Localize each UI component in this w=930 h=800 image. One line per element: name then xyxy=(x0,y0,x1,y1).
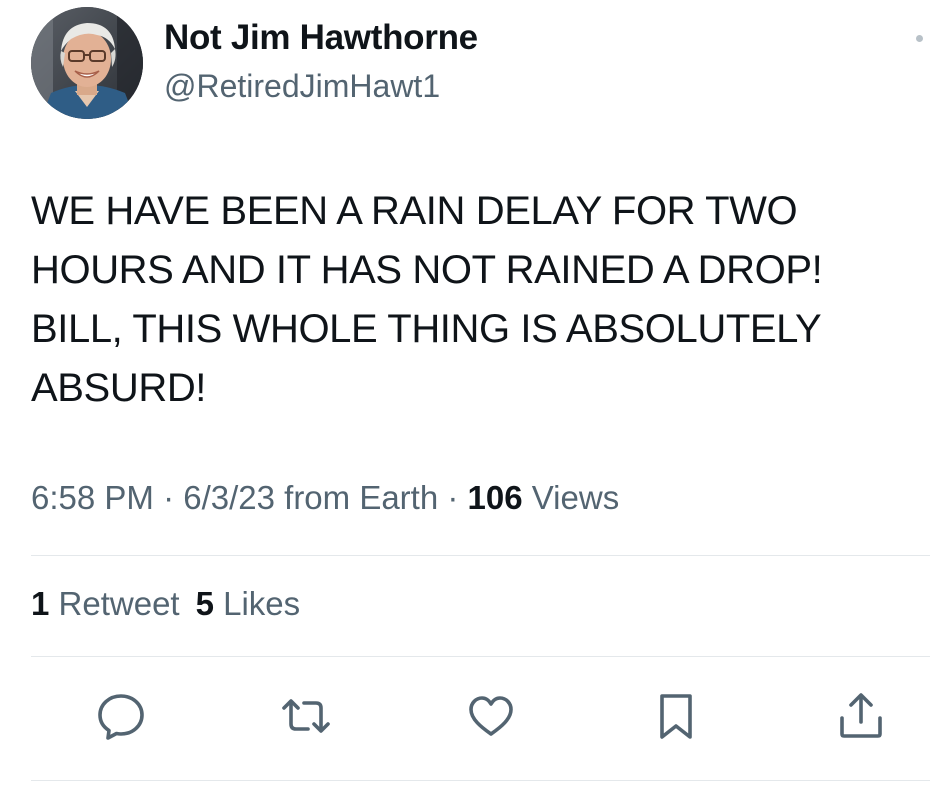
more-icon[interactable] xyxy=(916,35,923,42)
retweet-icon xyxy=(282,699,330,733)
tweet-source: from Earth xyxy=(274,479,439,516)
tweet-meta: 6:58 PM · 6/3/23 from Earth · 106 Views xyxy=(31,479,619,517)
meta-separator: · xyxy=(438,479,468,516)
share-button[interactable] xyxy=(833,688,889,744)
divider xyxy=(31,780,930,781)
action-bar xyxy=(0,688,930,744)
views-count: 106 xyxy=(467,479,523,516)
likes-label: Likes xyxy=(213,585,301,622)
author-display-name[interactable]: Not Jim Hawthorne xyxy=(164,18,478,58)
divider xyxy=(31,656,930,657)
avatar[interactable] xyxy=(31,7,143,119)
meta-separator: · xyxy=(153,479,184,516)
tweet: Not Jim Hawthorne @RetiredJimHawt1 WE HA… xyxy=(0,0,930,800)
retweets-link[interactable]: 1 Retweet xyxy=(31,585,180,622)
retweets-label: Retweet xyxy=(49,585,180,622)
share-icon xyxy=(840,693,882,738)
divider xyxy=(31,555,930,556)
reply-button[interactable] xyxy=(93,688,149,744)
likes-count: 5 xyxy=(195,585,214,622)
heart-icon xyxy=(469,696,513,736)
tweet-stats: 1 Retweet 5 Likes xyxy=(31,585,300,623)
bookmark-button[interactable] xyxy=(648,688,704,744)
tweet-time[interactable]: 6:58 PM xyxy=(31,479,154,516)
author-handle[interactable]: @RetiredJimHawt1 xyxy=(164,68,440,105)
tweet-text: WE HAVE BEEN A RAIN DELAY FOR TWO HOURS … xyxy=(31,189,823,410)
retweet-button[interactable] xyxy=(278,688,334,744)
reply-icon xyxy=(98,694,144,740)
views-label: Views xyxy=(522,479,620,516)
bookmark-icon xyxy=(660,694,692,739)
avatar-image xyxy=(31,7,143,119)
retweets-count: 1 xyxy=(31,585,50,622)
like-button[interactable] xyxy=(463,688,519,744)
likes-link[interactable]: 5 Likes xyxy=(196,585,301,622)
tweet-date[interactable]: 6/3/23 xyxy=(183,479,275,516)
